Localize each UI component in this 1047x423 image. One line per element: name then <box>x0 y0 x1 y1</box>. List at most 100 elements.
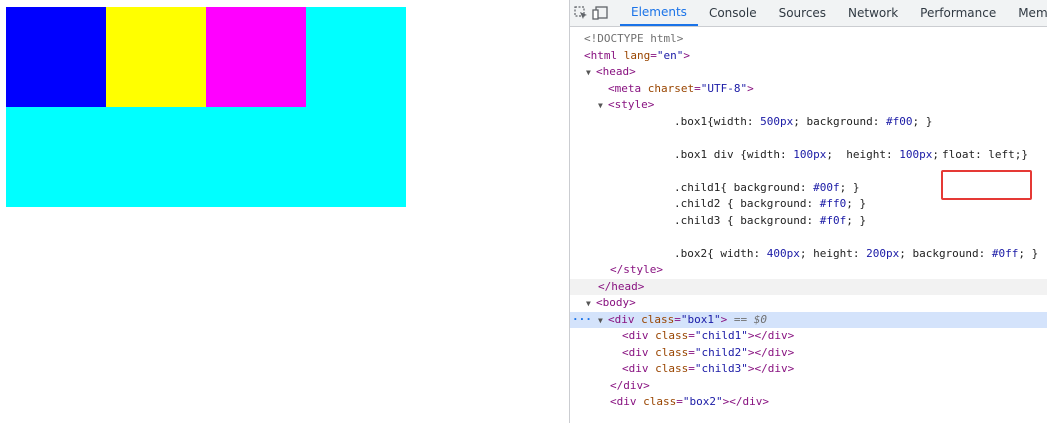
css-line-box2[interactable]: .box2{ width: 400px; height: 200px; back… <box>570 246 1047 263</box>
class-attr: class <box>655 362 689 375</box>
class-attr: class <box>641 312 675 326</box>
css-prop: ; height: <box>799 246 867 260</box>
selected-marker: == $0 <box>727 312 767 326</box>
page-viewport <box>0 0 569 423</box>
expand-triangle-icon[interactable]: ▼ <box>586 65 596 82</box>
css-child2-selector: .child2 { background: <box>674 197 820 210</box>
css-value: 500px <box>760 114 794 128</box>
css-prop: ; height: <box>826 147 900 161</box>
css-end: ; } <box>839 180 860 194</box>
dom-line-meta[interactable]: <meta charset="UTF-8"> <box>570 81 1047 98</box>
css-line-box1-div[interactable]: .box1 div {width: 100px; height: 100px; f… <box>570 147 1047 164</box>
child1-blue-block <box>6 7 106 107</box>
css-prop: width: <box>713 114 761 128</box>
div-close-tag: </div> <box>754 362 795 375</box>
dom-line-child1[interactable]: <div class="child1"></div> <box>570 328 1047 345</box>
child2-yellow-block <box>106 7 206 107</box>
dom-line-body[interactable]: ▼ <body> <box>570 295 1047 312</box>
css-value: 200px <box>866 246 900 260</box>
css-value: #f0f <box>819 213 847 227</box>
css-box2-selector: .box2{ width: <box>674 246 767 260</box>
expand-triangle-icon[interactable]: ▼ <box>586 296 596 313</box>
html-lang-attr: lang <box>623 48 651 62</box>
dom-line-child3[interactable]: <div class="child3"></div> <box>570 361 1047 378</box>
meta-attr: charset <box>647 81 695 95</box>
tab-performance[interactable]: Performance <box>909 0 1007 26</box>
tab-elements[interactable]: Elements <box>620 0 698 26</box>
child2-class-val: "child2" <box>694 345 748 359</box>
div-close-tag: </div> <box>610 378 650 392</box>
div-tag: div <box>614 312 635 326</box>
tab-console[interactable]: Console <box>698 0 768 26</box>
css-end: ; } <box>846 197 867 210</box>
dom-line-head[interactable]: ▼ <head> <box>570 64 1047 81</box>
div-tag: div <box>628 329 649 342</box>
head-tag: head <box>602 65 630 78</box>
div-close-tag: </div> <box>754 345 795 359</box>
child1-class-val: "child1" <box>694 329 748 342</box>
expand-triangle-icon[interactable]: ▼ <box>598 313 608 330</box>
tab-memory[interactable]: Memo <box>1007 0 1047 26</box>
css-value: #00f <box>813 180 840 194</box>
dom-line-doctype[interactable]: <!DOCTYPE html> <box>570 31 1047 48</box>
css-child1-selector: .child1{ background: <box>674 180 814 194</box>
expand-triangle-icon[interactable]: ▼ <box>598 98 608 115</box>
dom-line-child2[interactable]: <div class="child2"></div> <box>570 345 1047 362</box>
css-child3-selector: .child3 { background: <box>674 213 820 227</box>
css-value: #0ff <box>991 246 1019 260</box>
div-close-tag: </div> <box>754 329 795 342</box>
dom-line-style-close[interactable]: </style> <box>570 262 1047 279</box>
css-value: 400px <box>766 246 800 260</box>
box1-class-val: "box1" <box>680 312 721 326</box>
css-value: #f00 <box>885 114 913 128</box>
css-box1-div-selector: .box1 div { <box>674 147 747 161</box>
div-close-tag: </div> <box>729 395 769 408</box>
devtools-tabbar: Elements Console Sources Network Perform… <box>570 0 1047 27</box>
meta-tag: meta <box>614 81 642 95</box>
more-options-icon[interactable]: ··· <box>572 312 592 329</box>
css-line-child3[interactable]: .child3 { background: #f0f; } <box>570 213 1047 230</box>
meta-val: "UTF-8" <box>700 81 748 95</box>
class-attr: class <box>643 395 677 408</box>
dom-line-box2[interactable]: <div class="box2"></div> <box>570 394 1047 411</box>
class-attr: class <box>655 329 689 342</box>
css-prop: width: <box>746 147 794 161</box>
style-tag: style <box>614 98 648 111</box>
float-left-highlight-box <box>941 170 1032 200</box>
dom-line-box1-selected[interactable]: ··· ▼ <div class="box1"> == $0 <box>570 311 1047 330</box>
dom-line-head-close[interactable]: </head> <box>570 278 1047 295</box>
css-float-left-highlighted: float: left;} <box>941 147 1029 161</box>
device-toolbar-icon[interactable] <box>592 0 608 26</box>
css-value: 100px <box>793 147 827 161</box>
devtools-panel: Elements Console Sources Network Perform… <box>569 0 1047 423</box>
inspect-element-icon[interactable] <box>574 0 588 26</box>
html-tag: html <box>590 48 618 62</box>
child3-magenta-block <box>206 7 306 107</box>
css-prop: ; background: <box>793 114 886 128</box>
tab-network[interactable]: Network <box>837 0 909 26</box>
head-close-tag: </head> <box>598 279 645 293</box>
div-tag: div <box>616 395 637 408</box>
css-box1-selector: .box1{ <box>674 114 714 128</box>
css-line-box1[interactable]: .box1{width: 500px; background: #f00; } <box>570 114 1047 131</box>
div-tag: div <box>628 345 649 359</box>
html-lang-val: "en" <box>656 48 684 62</box>
child3-class-val: "child3" <box>694 362 748 375</box>
css-end: ; } <box>846 213 867 227</box>
css-end: ; } <box>1018 246 1039 260</box>
css-value: 100px <box>899 147 933 161</box>
style-close-tag: </style> <box>610 263 663 276</box>
dom-line-html[interactable]: <html lang="en"> <box>570 48 1047 65</box>
dom-line-style[interactable]: ▼ <style> <box>570 97 1047 114</box>
body-tag: body <box>602 296 630 309</box>
class-attr: class <box>655 345 689 359</box>
dom-line-box1-close[interactable]: </div> <box>570 378 1047 395</box>
css-end: ; } <box>912 114 933 128</box>
css-prop: ; background: <box>899 246 992 260</box>
tab-sources[interactable]: Sources <box>768 0 837 26</box>
div-tag: div <box>628 362 649 375</box>
doctype-text: <!DOCTYPE html> <box>584 32 684 45</box>
box2-class-val: "box2" <box>682 395 723 408</box>
